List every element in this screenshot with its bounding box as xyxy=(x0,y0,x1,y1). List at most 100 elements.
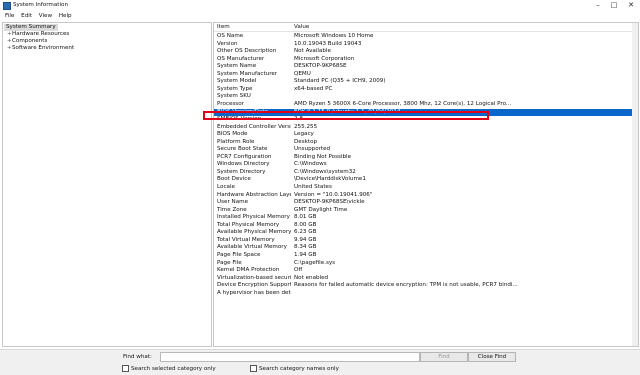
menu-view[interactable]: View xyxy=(39,11,52,21)
table-row[interactable]: PCR7 Configuration Binding Not Possible xyxy=(214,154,638,161)
find-input[interactable] xyxy=(160,352,420,362)
table-row[interactable]: System SKU xyxy=(214,93,638,100)
row-value: Desktop xyxy=(294,138,318,145)
row-item: System Name xyxy=(217,63,257,70)
row-value: C:\Windows xyxy=(294,161,327,168)
menu-edit[interactable]: Edit xyxy=(21,11,32,21)
row-value: Unsupported xyxy=(294,146,331,153)
maximize-button[interactable]: □ xyxy=(606,0,622,11)
table-row[interactable]: System Directory C:\Windows\system32 xyxy=(214,169,638,176)
row-item: Installed Physical Memory (RAM) xyxy=(217,214,291,221)
row-item: System SKU xyxy=(217,93,251,100)
window-title: System Information xyxy=(13,2,69,8)
row-value: Binding Not Possible xyxy=(294,153,352,160)
table-row[interactable]: System Manufacturer QEMU xyxy=(214,71,638,78)
table-row[interactable]: A hypervisor has been detecte... xyxy=(214,290,638,297)
category-tree[interactable]: System Summary +Hardware Resources +Comp… xyxy=(2,22,212,347)
row-item: Kernel DMA Protection xyxy=(217,267,280,274)
table-row[interactable]: Secure Boot State Unsupported xyxy=(214,146,638,153)
table-row[interactable]: Page File C:\pagefile.sys xyxy=(214,260,638,267)
column-header-item[interactable]: Item xyxy=(217,24,230,30)
close-find-button[interactable]: Close Find xyxy=(468,352,516,362)
row-value: Not enabled xyxy=(294,274,329,281)
row-item: System Type xyxy=(217,85,253,92)
row-item: System Manufacturer xyxy=(217,70,278,77)
details-table[interactable]: Item Value OS Name Microsoft Windows 10 H… xyxy=(213,22,639,347)
table-row[interactable]: System Type x64-based PC xyxy=(214,86,638,93)
row-value: Standard PC (Q35 + ICH9, 2009) xyxy=(294,78,386,85)
menu-file[interactable]: File xyxy=(5,11,14,21)
row-item: System Model xyxy=(217,78,257,85)
row-item: Processor xyxy=(217,100,244,107)
table-row[interactable]: Platform Role Desktop xyxy=(214,139,638,146)
column-header-value[interactable]: Value xyxy=(294,24,309,30)
search-category-names-checkbox[interactable]: Search category names only xyxy=(250,365,339,372)
row-item: Secure Boot State xyxy=(217,146,268,153)
table-row[interactable]: Embedded Controller Version 255.255 xyxy=(214,124,638,131)
tree-item-label: Components xyxy=(12,38,48,44)
row-value: x64-based PC xyxy=(294,85,333,92)
search-selected-category-checkbox[interactable]: Search selected category only xyxy=(122,365,216,372)
menu-help[interactable]: Help xyxy=(59,11,72,21)
row-value: United States xyxy=(294,184,332,190)
table-row[interactable]: Available Physical Memory 6.23 GB xyxy=(214,229,638,236)
tree-item-hardware-resources[interactable]: +Hardware Resources xyxy=(7,31,69,38)
table-row[interactable]: Virtualization-based security Not enabled xyxy=(214,275,638,282)
tree-item-label: Software Environment xyxy=(12,45,75,51)
highlight-box xyxy=(203,111,489,120)
row-item: Page File xyxy=(217,259,242,266)
system-information-icon xyxy=(3,2,11,10)
tree-item-system-summary[interactable]: System Summary xyxy=(4,24,58,31)
row-item: Platform Role xyxy=(217,138,255,145)
checkbox-icon[interactable] xyxy=(122,365,129,372)
row-item: Available Physical Memory xyxy=(217,229,291,236)
row-item: Other OS Description xyxy=(217,48,277,55)
table-row[interactable]: Boot Device \Device\HarddiskVolume1 xyxy=(214,176,638,183)
find-button[interactable]: Find xyxy=(420,352,468,362)
tree-item-components[interactable]: +Components xyxy=(7,38,47,45)
table-row[interactable]: Kernel DMA Protection Off xyxy=(214,267,638,274)
row-item: Windows Directory xyxy=(217,161,270,168)
table-row[interactable]: OS Manufacturer Microsoft Corporation xyxy=(214,56,638,63)
row-value: 8.00 GB xyxy=(294,221,317,228)
tree-item-software-environment[interactable]: +Software Environment xyxy=(7,45,74,52)
table-row[interactable]: BIOS Mode Legacy xyxy=(214,131,638,138)
table-row[interactable]: Other OS Description Not Available xyxy=(214,48,638,55)
row-value: Microsoft Corporation xyxy=(294,55,355,62)
table-row[interactable]: Total Physical Memory 8.00 GB xyxy=(214,222,638,229)
checkbox-icon[interactable] xyxy=(250,365,257,372)
table-row[interactable]: Locale United States xyxy=(214,184,638,191)
row-value: Version = "10.0.19041.906" xyxy=(294,191,373,198)
table-row[interactable]: Installed Physical Memory (RAM)8.01 GB xyxy=(214,214,638,221)
table-row[interactable]: Processor AMD Ryzen 5 3600X 6-Core Proces… xyxy=(214,101,638,108)
table-row[interactable]: User Name DESKTOP-9KP68SE\vickle xyxy=(214,199,638,206)
table-row[interactable]: System Name DESKTOP-9KP68SE xyxy=(214,63,638,70)
vertical-scrollbar[interactable] xyxy=(632,23,638,346)
row-value: \Device\HarddiskVolume1 xyxy=(294,176,366,183)
row-value: DESKTOP-9KP68SE\vickle xyxy=(294,199,365,206)
row-value: 8.01 GB xyxy=(294,214,317,221)
table-row[interactable]: OS Name Microsoft Windows 10 Home xyxy=(214,33,638,40)
title-bar: System Information – □ ✕ xyxy=(0,0,640,11)
row-value: Microsoft Windows 10 Home xyxy=(294,33,374,39)
row-value: Reasons for failed automatic device encr… xyxy=(294,282,518,289)
table-row[interactable]: Version 10.0.19043 Build 19043 xyxy=(214,41,638,48)
table-row[interactable]: Available Virtual Memory 8.34 GB xyxy=(214,244,638,251)
table-row[interactable]: Hardware Abstraction Layer Version = "10.… xyxy=(214,192,638,199)
table-row[interactable]: Time Zone GMT Daylight Time xyxy=(214,207,638,214)
row-item: Hardware Abstraction Layer xyxy=(217,191,291,198)
row-item: User Name xyxy=(217,199,249,206)
table-row[interactable]: Total Virtual Memory 9.94 GB xyxy=(214,237,638,244)
table-row[interactable]: System Model Standard PC (Q35 + ICH9, 200… xyxy=(214,78,638,85)
row-item: Page File Space xyxy=(217,251,261,258)
row-item: Virtualization-based security xyxy=(217,274,291,281)
row-item: PCR7 Configuration xyxy=(217,153,272,160)
close-button[interactable]: ✕ xyxy=(623,0,639,11)
row-value: C:\Windows\system32 xyxy=(294,168,356,175)
row-item: A hypervisor has been detecte... xyxy=(217,289,291,296)
table-row[interactable]: Windows Directory C:\Windows xyxy=(214,161,638,168)
table-row[interactable]: Device Encryption Support Reasons for fai… xyxy=(214,282,638,289)
table-row[interactable]: Page File Space 1.94 GB xyxy=(214,252,638,259)
table-header: Item Value xyxy=(214,23,638,32)
minimize-button[interactable]: – xyxy=(590,0,606,11)
